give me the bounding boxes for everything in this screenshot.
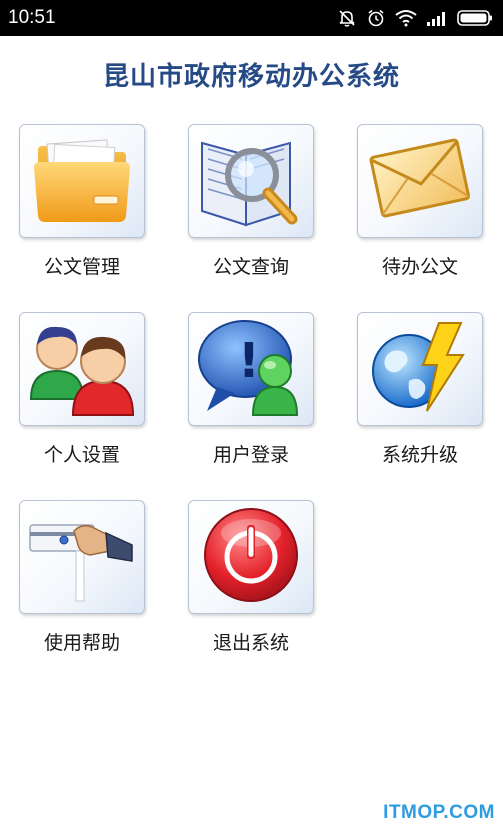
- battery-icon: [457, 9, 493, 27]
- menu-item-help[interactable]: 使用帮助: [19, 500, 145, 660]
- watermark: ITMOP.COM: [383, 802, 495, 823]
- envelope-icon: [366, 134, 474, 228]
- hand-card-icon: [26, 505, 138, 609]
- menu-item-label: 待办公文: [381, 256, 458, 278]
- menu-item-label: 系统升级: [381, 444, 458, 466]
- menu-item-system-upgrade[interactable]: 系统升级: [357, 312, 483, 472]
- menu-item-document-search[interactable]: 公文查询: [188, 124, 314, 284]
- svg-text:!: !: [238, 333, 260, 389]
- menu-item-pending-documents[interactable]: 待办公文: [357, 124, 483, 284]
- mute-icon: [337, 8, 357, 28]
- menu-item-user-login[interactable]: ! 用户登录: [188, 312, 314, 472]
- menu-tile-button[interactable]: [188, 500, 314, 614]
- folder-icon: [30, 132, 134, 230]
- menu-tile-button[interactable]: [357, 124, 483, 238]
- menu-tile-button[interactable]: [19, 124, 145, 238]
- menu-item-exit-system[interactable]: 退出系统: [188, 500, 314, 660]
- alarm-icon: [366, 8, 386, 28]
- menu-item-label: 公文查询: [212, 256, 289, 278]
- menu-tile-button[interactable]: !: [188, 312, 314, 426]
- signal-icon: [426, 10, 448, 26]
- status-icons: [337, 8, 493, 28]
- menu-tile-button[interactable]: [357, 312, 483, 426]
- menu-tile-button[interactable]: [19, 312, 145, 426]
- status-time: 10:51: [8, 7, 56, 28]
- wifi-icon: [395, 9, 417, 27]
- menu-item-label: 用户登录: [212, 444, 289, 466]
- user-chat-icon: !: [195, 315, 307, 423]
- menu-item-label: 公文管理: [43, 256, 120, 278]
- users-icon: [27, 315, 137, 423]
- power-icon: [201, 505, 301, 609]
- menu-tile-button[interactable]: [19, 500, 145, 614]
- globe-lightning-icon: [365, 315, 475, 423]
- status-bar: 10:51: [0, 0, 503, 36]
- menu-item-label: 个人设置: [43, 444, 120, 466]
- menu-item-label: 退出系统: [212, 632, 289, 654]
- menu-item-label: 使用帮助: [43, 632, 120, 654]
- menu-item-document-management[interactable]: 公文管理: [19, 124, 145, 284]
- menu-item-personal-settings[interactable]: 个人设置: [19, 312, 145, 472]
- magnifier-book-icon: [196, 129, 306, 233]
- menu-tile-button[interactable]: [188, 124, 314, 238]
- page-title: 昆山市政府移动办公系统: [102, 62, 400, 92]
